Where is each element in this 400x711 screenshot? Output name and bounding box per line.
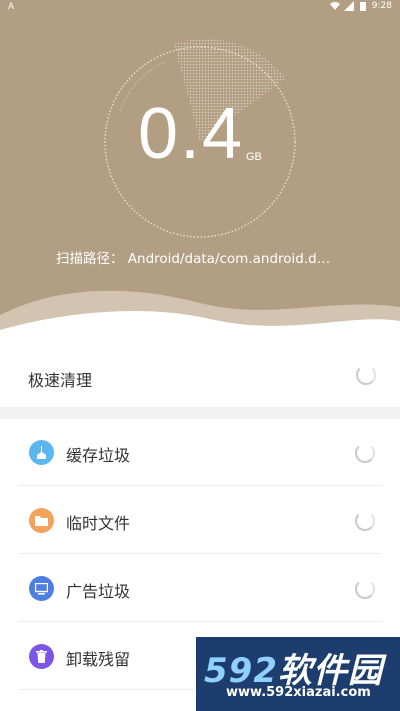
loading-spinner xyxy=(356,365,376,385)
list-item-label: 卸载残留 xyxy=(66,650,131,669)
trash-icon xyxy=(29,644,54,669)
quick-clean-row[interactable]: 极速清理 xyxy=(0,345,400,407)
wave-decoration xyxy=(0,290,400,345)
loading-spinner xyxy=(355,443,375,463)
watermark-url: www.592xiazai.com xyxy=(226,685,371,700)
scan-path: 扫描路径： Android/data/com.android.d… xyxy=(56,247,356,267)
list-item-label: 广告垃圾 xyxy=(66,582,131,601)
list-item-ads[interactable]: 广告垃圾 xyxy=(18,555,382,622)
loading-spinner xyxy=(355,511,375,531)
list-item-temp-files[interactable]: 临时文件 xyxy=(18,487,382,554)
quick-clean-label: 极速清理 xyxy=(28,371,93,390)
scan-size-unit: GB xyxy=(246,151,262,163)
watermark-logo: 592软件园 www.592xiazai.com xyxy=(196,637,400,711)
scan-size-value: 0.4 xyxy=(138,94,245,174)
list-item-cache[interactable]: 缓存垃圾 xyxy=(18,419,382,486)
loading-spinner xyxy=(355,579,375,599)
scan-header: A 9:28 0.4 GB 扫描路径： Android/data/com.and… xyxy=(0,0,400,345)
section-divider xyxy=(0,407,400,419)
list-item-label: 临时文件 xyxy=(66,514,131,533)
folder-icon xyxy=(29,508,54,533)
scan-path-value: Android/data/com.android.d… xyxy=(127,251,331,267)
scan-path-label: 扫描路径： xyxy=(56,251,124,267)
screen-icon xyxy=(29,576,54,601)
list-item-label: 缓存垃圾 xyxy=(66,446,131,465)
broom-icon xyxy=(29,440,54,465)
